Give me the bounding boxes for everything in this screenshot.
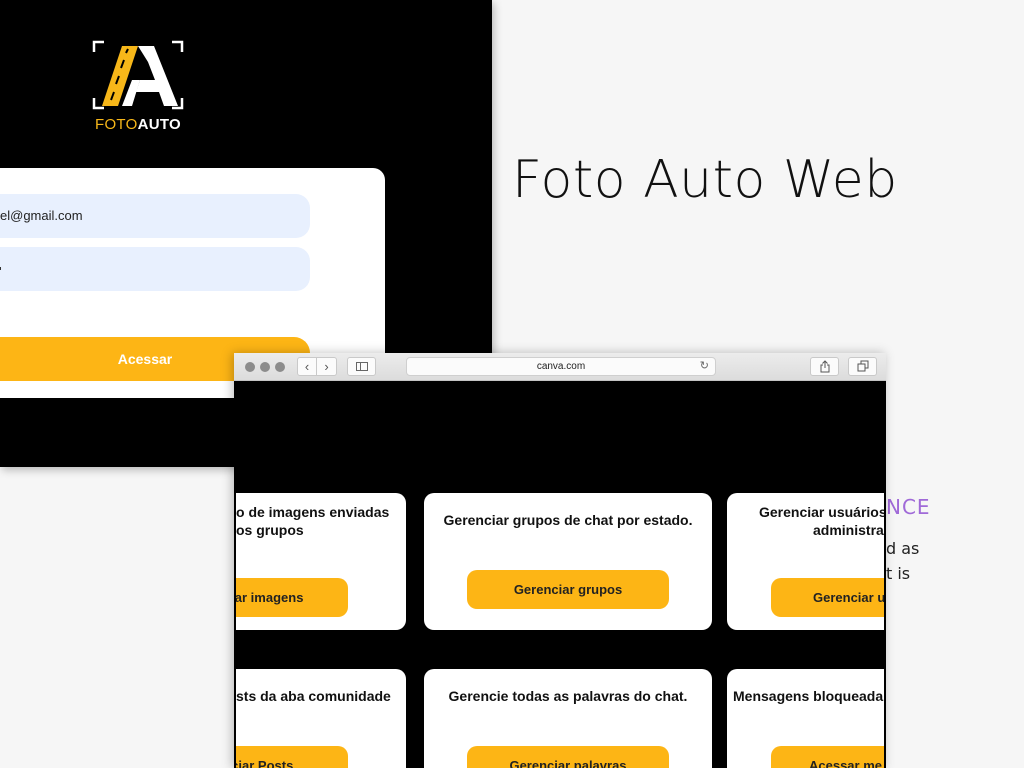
chevron-right-icon: › <box>324 359 329 374</box>
manage-words-button[interactable]: Gerenciar palavras <box>467 746 669 768</box>
back-button[interactable]: ‹ <box>297 357 317 376</box>
reload-icon[interactable]: ↻ <box>700 358 709 375</box>
password-field[interactable] <box>0 247 310 291</box>
window-close-dot[interactable] <box>245 362 255 372</box>
card-description: Gerenciar grupos de chat por estado. <box>443 512 693 528</box>
logo-word-foto: FOTO <box>94 116 138 133</box>
window-minimize-dot[interactable] <box>260 362 270 372</box>
address-bar[interactable]: canva.com ↻ <box>406 357 716 376</box>
card-description: Gerencie todas as palavras do chat. <box>448 688 688 704</box>
share-button[interactable] <box>810 357 839 376</box>
window-zoom-dot[interactable] <box>275 362 285 372</box>
slide-accent-text: NCE <box>886 495 931 519</box>
dashboard-card-images: o de imagens enviadas os grupos nciar im… <box>236 493 406 630</box>
share-icon <box>820 360 830 373</box>
dashboard-card-posts: sts da aba comunidade enciar Posts <box>236 669 406 768</box>
sidebar-toggle-button[interactable] <box>347 357 376 376</box>
text-cursor <box>0 267 1 270</box>
dashboard-card-groups: Gerenciar grupos de chat por estado. Ger… <box>424 493 712 630</box>
slide-body-text: d as t is <box>886 536 919 586</box>
slide-body-line: d as <box>886 539 920 558</box>
manage-posts-button[interactable]: enciar Posts <box>236 746 348 768</box>
email-field[interactable]: el@gmail.com <box>0 194 310 238</box>
manage-users-button[interactable]: Gerenciar u <box>771 578 884 617</box>
address-bar-url: canva.com <box>536 361 586 372</box>
card-description: o de imagens enviadas os grupos <box>236 503 406 539</box>
card-description-line: administra <box>813 522 884 538</box>
tabs-icon <box>857 360 869 372</box>
manage-images-button[interactable]: nciar imagens <box>236 578 348 617</box>
foto-auto-logo-icon <box>92 40 184 110</box>
logo-word-auto: AUTO <box>137 116 182 133</box>
card-description-line: o de imagens enviadas <box>236 504 390 520</box>
card-description: Gerenciar usuários administra <box>727 503 884 539</box>
foto-auto-logo: FOTOAUTO <box>92 40 184 134</box>
dashboard-card-users: Gerenciar usuários administra Gerenciar … <box>727 493 884 630</box>
browser-window-mockup: ‹ › canva.com ↻ o de imagens enviadas os… <box>234 353 886 768</box>
dashboard-card-blocked-messages: Mensagens bloqueada Acessar me <box>727 669 884 768</box>
card-description-line: Gerenciar usuários <box>759 504 884 520</box>
slide-body-line: t is <box>886 564 911 583</box>
forward-button[interactable]: › <box>317 357 337 376</box>
sidebar-icon <box>356 362 368 371</box>
slide-title: Foto Auto Web <box>512 150 898 210</box>
logo-wordmark: FOTOAUTO <box>92 116 184 133</box>
access-messages-button[interactable]: Acessar me <box>771 746 884 768</box>
chevron-left-icon: ‹ <box>304 359 310 374</box>
dashboard-card-words: Gerencie todas as palavras do chat. Gere… <box>424 669 712 768</box>
manage-groups-button[interactable]: Gerenciar grupos <box>467 570 669 609</box>
browser-toolbar: ‹ › canva.com ↻ <box>234 353 886 381</box>
dashboard-page: o de imagens enviadas os grupos nciar im… <box>236 383 884 768</box>
card-description: Mensagens bloqueada <box>733 688 884 704</box>
card-description-line: os grupos <box>236 522 304 538</box>
tabs-button[interactable] <box>848 357 877 376</box>
card-description: sts da aba comunidade <box>236 688 391 704</box>
